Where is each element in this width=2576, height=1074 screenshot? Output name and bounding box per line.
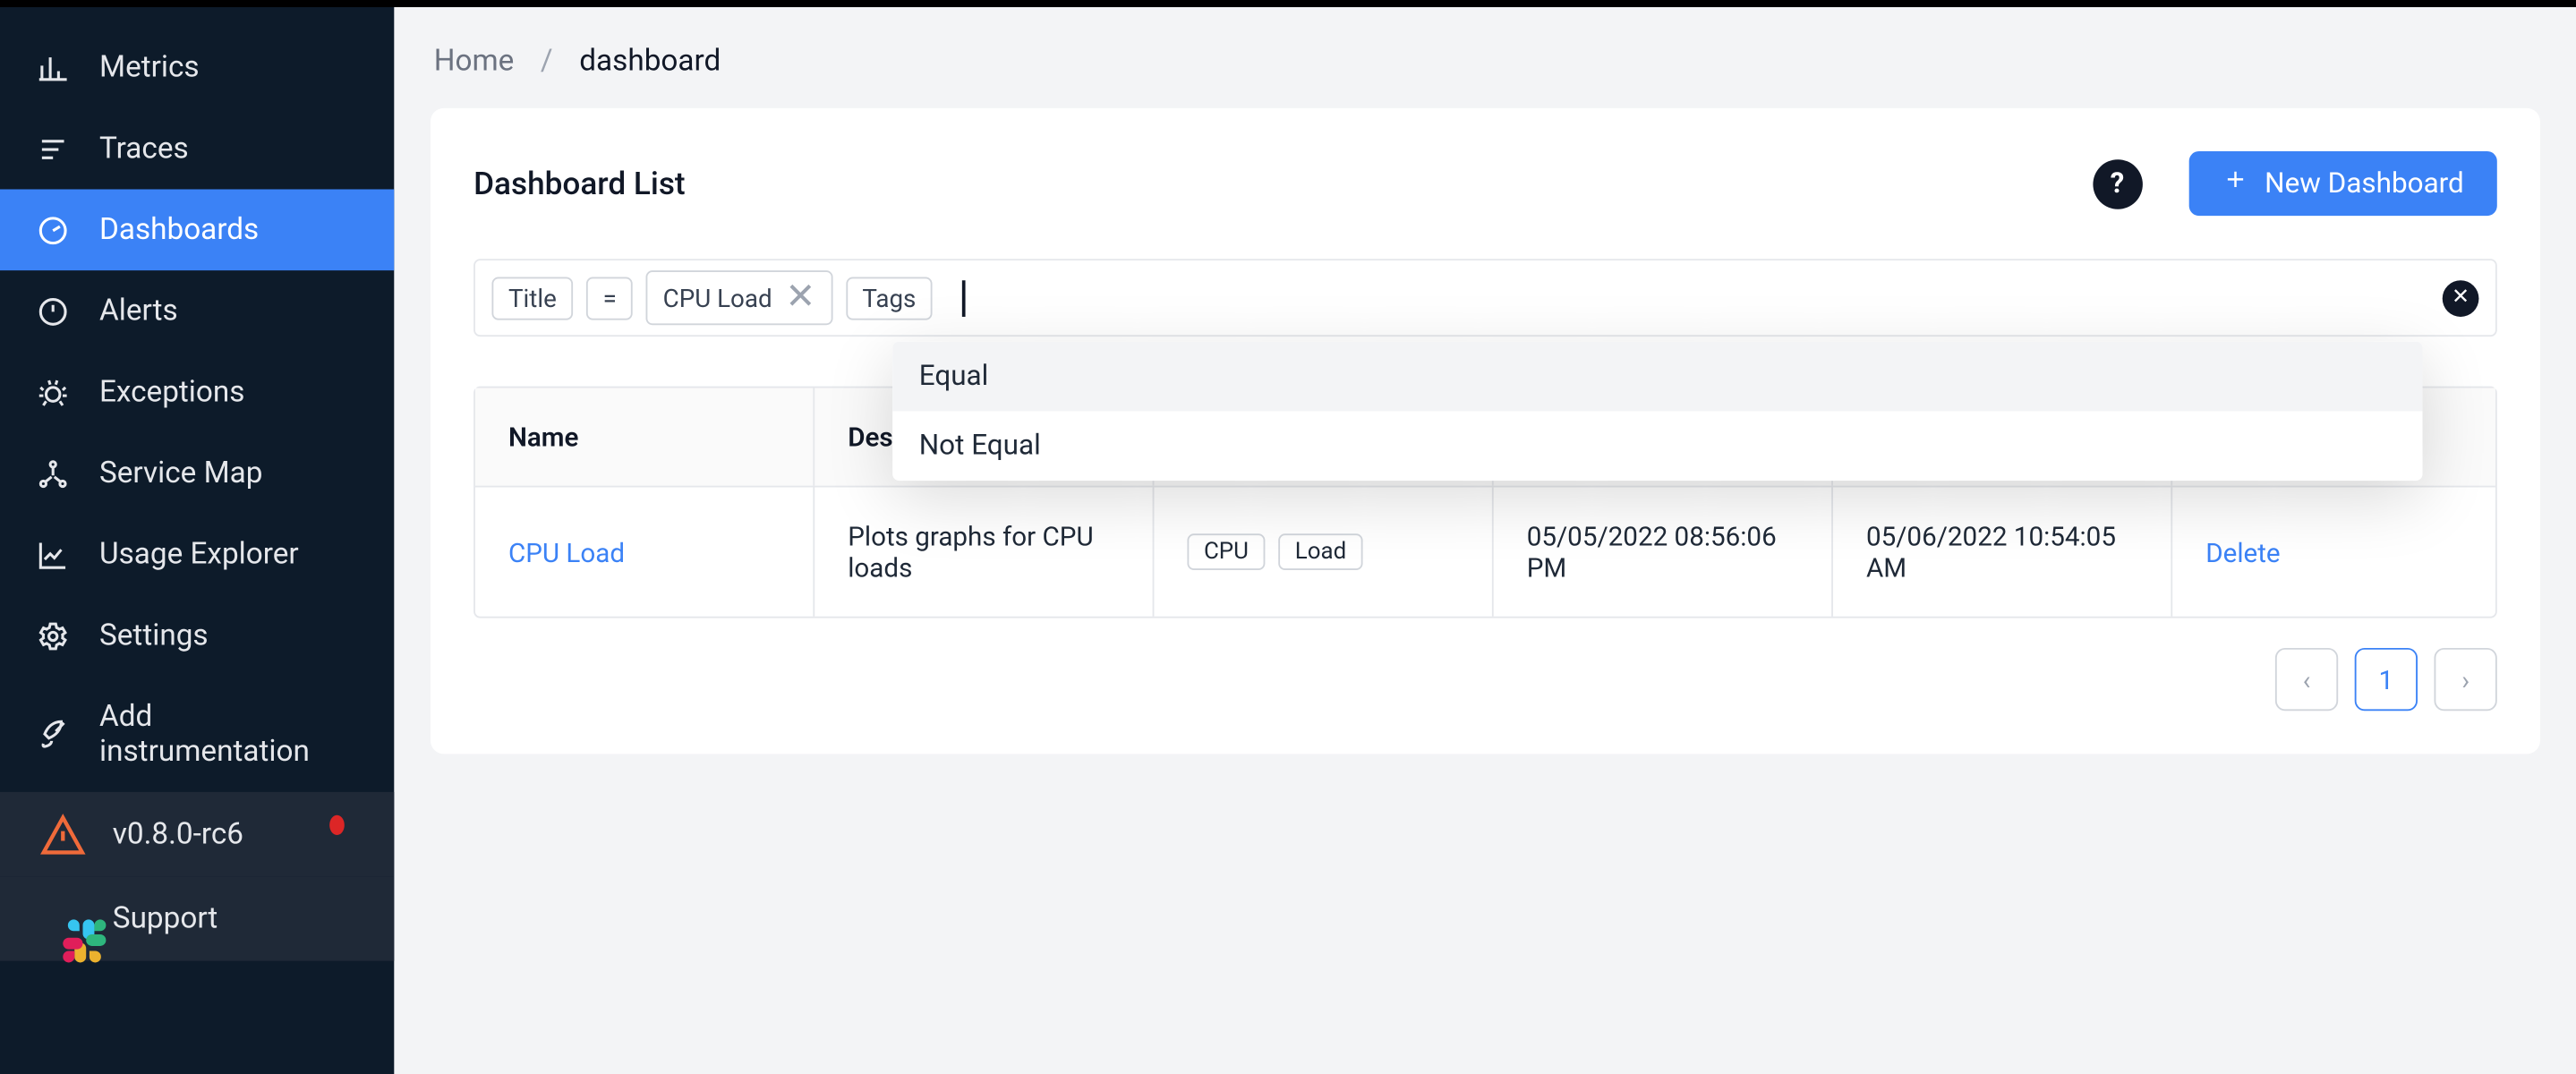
breadcrumb-current: dashboard: [579, 44, 721, 79]
dropdown-item-equal[interactable]: Equal: [892, 342, 2422, 412]
sidebar-item-alerts[interactable]: Alerts: [0, 270, 394, 352]
new-dashboard-label: New Dashboard: [2265, 167, 2464, 200]
sidebar-item-exceptions[interactable]: Exceptions: [0, 352, 394, 433]
help-button[interactable]: ?: [2093, 158, 2143, 209]
sidebar-item-label: Traces: [99, 132, 189, 166]
text-cursor: [962, 279, 966, 316]
filter-chip-op[interactable]: =: [586, 277, 633, 320]
dropdown-item-not-equal[interactable]: Not Equal: [892, 411, 2422, 481]
sidebar-item-label: Settings: [99, 618, 209, 653]
bar-chart-icon: [37, 51, 70, 84]
cell-tags: CPU Load: [1154, 488, 1493, 617]
close-icon[interactable]: ✕: [785, 277, 815, 319]
sidebar-support[interactable]: Support: [0, 876, 394, 960]
pagination: ‹ 1 ›: [473, 648, 2497, 711]
sidebar-version[interactable]: v0.8.0-rc6: [0, 792, 394, 876]
main: Home / dashboard Dashboard List ? New D: [394, 7, 2576, 1074]
filter-chip-key[interactable]: Title: [491, 277, 573, 320]
breadcrumb: Home / dashboard: [394, 7, 2576, 108]
version-label: v0.8.0-rc6: [113, 817, 243, 852]
filter-chip-tags[interactable]: Tags: [846, 277, 933, 320]
sidebar-item-add-instrumentation[interactable]: Add instrumentation: [0, 676, 394, 792]
table-row: CPU Load Plots graphs for CPU loads CPU …: [475, 488, 2495, 617]
dashboard-card: Dashboard List ? New Dashboard: [431, 108, 2540, 754]
sidebar-item-label: Exceptions: [99, 375, 244, 410]
rocket-icon: [37, 718, 70, 751]
cell-description: Plots graphs for CPU loads: [815, 488, 1154, 617]
notification-dot: [329, 815, 345, 835]
pagination-prev[interactable]: ‹: [2275, 648, 2338, 711]
sidebar-item-usage-explorer[interactable]: Usage Explorer: [0, 514, 394, 595]
sidebar-item-label: Service Map: [99, 456, 262, 490]
filter-chip-value[interactable]: CPU Load ✕: [646, 270, 832, 325]
pagination-page-1[interactable]: 1: [2355, 648, 2418, 711]
sidebar-item-label: Alerts: [99, 294, 178, 328]
card-header: Dashboard List ? New Dashboard: [473, 151, 2497, 216]
cell-updated: 05/06/2022 10:54:05 AM: [1833, 488, 2172, 617]
page-title: Dashboard List: [473, 165, 686, 203]
graph-icon: [37, 456, 70, 490]
line-chart-icon: [37, 538, 70, 571]
sidebar-item-settings[interactable]: Settings: [0, 595, 394, 677]
cell-name: CPU Load: [475, 488, 815, 617]
filter-bar[interactable]: Title = CPU Load ✕ Tags ✕: [473, 259, 2497, 337]
bug-icon: [37, 376, 70, 409]
gear-icon: [37, 619, 70, 652]
breadcrumb-separator: /: [541, 44, 553, 79]
sidebar-item-metrics[interactable]: Metrics: [0, 27, 394, 108]
new-dashboard-button[interactable]: New Dashboard: [2188, 151, 2497, 216]
support-label: Support: [113, 901, 218, 936]
sidebar-item-service-map[interactable]: Service Map: [0, 432, 394, 514]
clear-filters-button[interactable]: ✕: [2443, 279, 2479, 316]
breadcrumb-home[interactable]: Home: [434, 44, 515, 79]
dashboard-icon: [37, 213, 70, 246]
plus-icon: [2222, 166, 2248, 201]
sidebar-item-label: Usage Explorer: [99, 537, 299, 572]
dashboard-link[interactable]: CPU Load: [508, 536, 625, 567]
pagination-next[interactable]: ›: [2435, 648, 2497, 711]
lines-icon: [37, 132, 70, 166]
sidebar-item-label: Dashboards: [99, 212, 259, 247]
warning-icon: [39, 811, 86, 857]
delete-link[interactable]: Delete: [2205, 536, 2280, 567]
tag-chip: CPU: [1187, 533, 1265, 570]
sidebar-item-label: Metrics: [99, 50, 200, 85]
cell-action: Delete: [2172, 488, 2495, 617]
cell-created: 05/05/2022 08:56:06 PM: [1494, 488, 1833, 617]
col-name: Name: [475, 388, 815, 486]
operator-dropdown: Equal Not Equal: [892, 342, 2422, 481]
sidebar-item-traces[interactable]: Traces: [0, 108, 394, 190]
sidebar: Metrics Traces Dashboards: [0, 7, 394, 1074]
alert-icon: [37, 294, 70, 328]
tag-chip: Load: [1278, 533, 1362, 570]
sidebar-item-label: Add instrumentation: [99, 699, 358, 769]
sidebar-item-dashboards[interactable]: Dashboards: [0, 190, 394, 271]
